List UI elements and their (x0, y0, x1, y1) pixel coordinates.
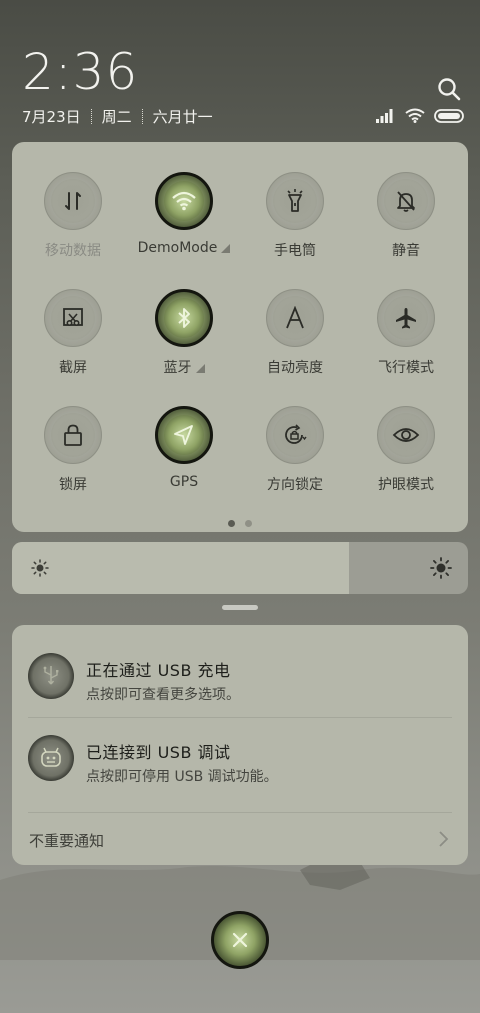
tile-label: DemoMode (137, 240, 218, 256)
search-icon[interactable] (436, 76, 462, 102)
tile-label-row: 蓝牙 (129, 357, 239, 377)
airplane-button[interactable] (377, 289, 435, 347)
clock: 2:36 (22, 43, 139, 101)
date-line[interactable]: 7月23日 周二 六月廿一 (22, 106, 213, 127)
tile-demomode[interactable]: DemoMode (129, 172, 239, 256)
tile-label: 飞行模式 (378, 360, 434, 376)
notification-title: 已连接到 USB 调试 (86, 743, 231, 762)
divider (90, 109, 92, 124)
notification-usb-charging[interactable]: 正在通过 USB 充电 点按即可查看更多选项。 (12, 637, 468, 717)
notification-text: 点按即可查看更多选项。 (86, 687, 240, 703)
tile-screenshot[interactable]: 截屏 (18, 289, 128, 377)
tile-mobile-data[interactable]: 移动数据 (18, 172, 128, 260)
tile-label-row: DemoMode (129, 240, 239, 256)
tile-label: 护眼模式 (378, 477, 434, 493)
divider (141, 109, 143, 124)
notification-panel: 正在通过 USB 充电 点按即可查看更多选项。 已连接到 USB 调试 点按即可… (12, 625, 468, 865)
brightness-high-icon (430, 557, 452, 579)
airplane-icon (396, 308, 416, 329)
tile-label: 移动数据 (45, 243, 101, 259)
auto-brightness-icon (286, 306, 304, 329)
signal-icon (376, 108, 393, 123)
weekday: 周二 (101, 108, 132, 126)
notification-title: 正在通过 USB 充电 (86, 661, 231, 680)
bluetooth-icon (178, 308, 190, 328)
divider (28, 717, 452, 718)
rotation-lock-icon (285, 424, 307, 444)
expand-arrow-icon[interactable] (195, 363, 205, 373)
unimportant-notifications-row[interactable]: 不重要通知 (12, 815, 468, 865)
notification-text: 点按即可停用 USB 调试功能。 (86, 769, 278, 785)
expand-arrow-icon[interactable] (221, 243, 231, 253)
date: 7月23日 (22, 108, 81, 126)
tile-airplane[interactable]: 飞行模式 (351, 289, 461, 377)
quick-settings-panel: 移动数据 DemoMode 手电筒 静音 截屏 蓝牙 自动亮度 飞行模式 锁屏 … (12, 142, 468, 532)
mobile-data-icon (65, 192, 81, 210)
brightness-fill (12, 542, 350, 594)
bluetooth-button[interactable] (155, 289, 213, 347)
mute-button[interactable] (377, 172, 435, 230)
wifi-status-icon (405, 108, 425, 123)
tile-bluetooth[interactable]: 蓝牙 (129, 289, 239, 377)
close-icon (232, 932, 248, 948)
tile-auto-brightness[interactable]: 自动亮度 (240, 289, 350, 377)
tile-label: 静音 (392, 243, 420, 259)
bell-off-icon (397, 191, 415, 212)
system-status-icons (376, 108, 464, 123)
eye-icon (392, 428, 420, 442)
tile-eye-care[interactable]: 护眼模式 (351, 406, 461, 494)
unimportant-notifications-label: 不重要通知 (29, 832, 105, 850)
tile-label: 手电筒 (274, 243, 316, 259)
tile-label: GPS (169, 474, 199, 490)
tile-label: 自动亮度 (267, 360, 323, 376)
tile-label: 截屏 (59, 360, 87, 376)
wifi-icon (172, 191, 196, 211)
gps-button[interactable] (155, 406, 213, 464)
lock-screen-button[interactable] (44, 406, 102, 464)
page-dot-active (228, 520, 235, 527)
chevron-right-icon (439, 831, 449, 847)
brightness-slider[interactable] (12, 542, 468, 594)
rotation-lock-button[interactable] (266, 406, 324, 464)
screenshot-icon (63, 308, 83, 327)
brightness-low-icon (31, 559, 49, 577)
usb-symbol-icon (43, 666, 59, 685)
tile-flashlight[interactable]: 手电筒 (240, 172, 350, 260)
tile-label: 方向锁定 (267, 477, 323, 493)
tile-gps[interactable]: GPS (129, 406, 239, 490)
usb-charging-icon (28, 653, 74, 699)
lock-icon (64, 424, 82, 446)
android-debug-icon (28, 735, 74, 781)
tile-label: 蓝牙 (163, 360, 192, 376)
lunar-date: 六月廿一 (152, 108, 213, 126)
eye-care-button[interactable] (377, 406, 435, 464)
screenshot-button[interactable] (44, 289, 102, 347)
battery-icon (434, 108, 464, 123)
page-indicator (12, 520, 468, 527)
android-robot-icon (41, 747, 61, 767)
mobile-data-button[interactable] (44, 172, 102, 230)
divider (28, 812, 452, 813)
tile-rotation-lock[interactable]: 方向锁定 (240, 406, 350, 494)
flashlight-icon (287, 189, 303, 212)
tile-label: 锁屏 (59, 477, 87, 493)
demomode-button[interactable] (155, 172, 213, 230)
auto-brightness-button[interactable] (266, 289, 324, 347)
location-icon (174, 425, 193, 445)
notification-usb-debugging[interactable]: 已连接到 USB 调试 点按即可停用 USB 调试功能。 (12, 719, 468, 799)
flashlight-button[interactable] (266, 172, 324, 230)
page-dot (245, 520, 252, 527)
tile-mute[interactable]: 静音 (351, 172, 461, 260)
drag-handle[interactable] (222, 605, 258, 610)
clear-all-button[interactable] (211, 911, 269, 969)
tile-lock-screen[interactable]: 锁屏 (18, 406, 128, 494)
